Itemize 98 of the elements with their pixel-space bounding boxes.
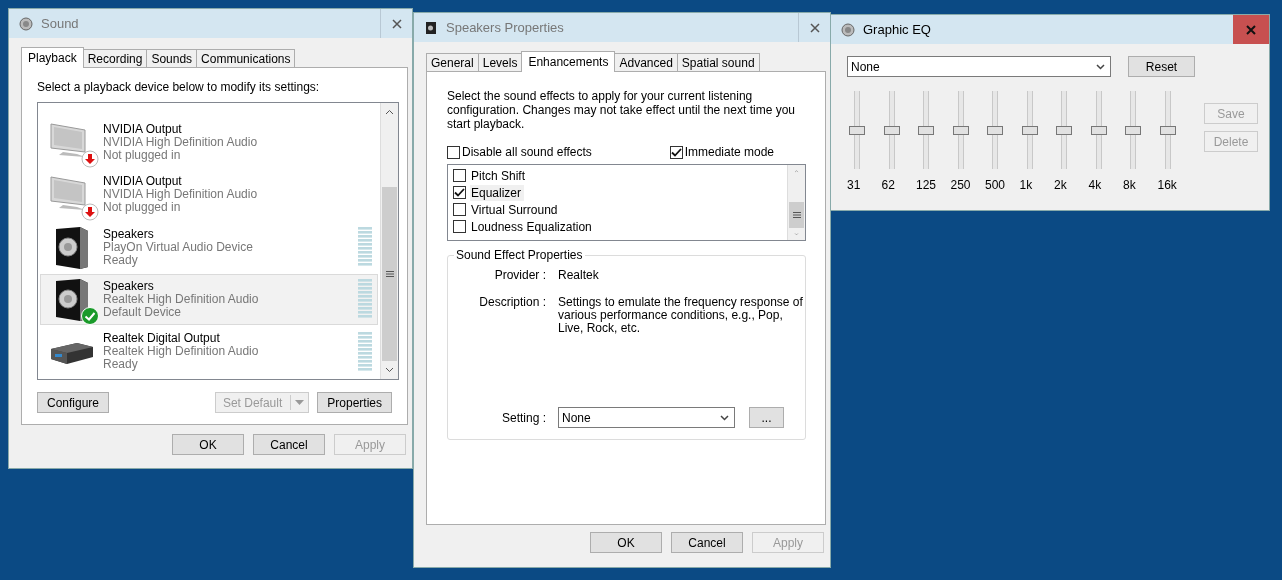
speaker-icon bbox=[841, 22, 855, 37]
effect-item[interactable]: Pitch Shift bbox=[470, 167, 529, 184]
unplugged-badge-icon bbox=[81, 150, 99, 169]
dialog-button[interactable]: Cancel bbox=[253, 434, 325, 455]
window-title: Speakers Properties bbox=[446, 20, 564, 35]
checkbox[interactable] bbox=[453, 169, 466, 182]
device-status: Ready bbox=[103, 358, 139, 372]
scroll-up-icon[interactable] bbox=[385, 109, 394, 115]
close-icon bbox=[1246, 24, 1256, 35]
setting-dropdown[interactable]: None bbox=[558, 407, 735, 428]
chevron-down-icon bbox=[720, 414, 729, 421]
device-row[interactable]: NVIDIA Output NVIDIA High Definition Audio Not plugged in bbox=[40, 169, 378, 220]
scrollbar-thumb[interactable] bbox=[789, 201, 804, 228]
device-driver: Realtek High Definition Audio bbox=[103, 345, 260, 359]
group-title: Sound Effect Properties bbox=[454, 248, 585, 262]
device-driver: PlayOn Virtual Audio Device bbox=[103, 240, 254, 254]
window-title: Graphic EQ bbox=[863, 22, 931, 37]
close-icon bbox=[809, 22, 820, 33]
slider-thumb[interactable] bbox=[1125, 126, 1141, 135]
instruction-text: Select a playback device below to modify its settings: bbox=[37, 80, 321, 94]
effect-item[interactable]: Equalizer bbox=[470, 184, 525, 201]
band-label: 1k bbox=[1019, 178, 1033, 192]
scrollbar[interactable] bbox=[787, 165, 805, 240]
action-button[interactable]: Properties bbox=[317, 392, 392, 413]
slider-thumb[interactable] bbox=[1159, 126, 1176, 135]
checkbox[interactable] bbox=[453, 220, 466, 233]
field-label: Setting : bbox=[500, 410, 546, 425]
effect-item[interactable]: Virtual Surround bbox=[470, 201, 561, 218]
checkmark-icon bbox=[670, 147, 682, 157]
close-button[interactable] bbox=[1233, 15, 1269, 44]
device-row[interactable]: Speakers PlayOn Virtual Audio Device Ready bbox=[40, 221, 378, 273]
slider-thumb[interactable] bbox=[987, 126, 1003, 135]
device-row[interactable]: Speakers Realtek High Definition Audio Default Device bbox=[40, 274, 378, 325]
device-name: NVIDIA Output bbox=[103, 175, 183, 189]
tab[interactable]: Communications bbox=[196, 49, 296, 67]
checkmark-icon bbox=[454, 188, 465, 197]
tab[interactable]: Spatial sound bbox=[676, 53, 760, 71]
unplugged-badge-icon bbox=[81, 202, 99, 221]
window-title: Sound bbox=[41, 16, 79, 31]
speaker-icon bbox=[19, 16, 33, 31]
device-row[interactable]: Realtek Digital Output Realtek High Definition Audio Ready bbox=[40, 326, 378, 378]
band-label: 2k bbox=[1054, 178, 1067, 192]
checkbox[interactable]: Disable all sound effects bbox=[447, 145, 592, 159]
device-name: Realtek Digital Output bbox=[103, 332, 221, 346]
chevron-down-icon bbox=[1096, 63, 1105, 70]
band-label: 8k bbox=[1123, 178, 1136, 192]
slider-thumb[interactable] bbox=[883, 126, 900, 135]
band-label: 62 bbox=[881, 178, 895, 192]
preset-dropdown[interactable]: None bbox=[847, 56, 1111, 77]
scrollbar-thumb[interactable] bbox=[382, 187, 397, 361]
device-name: NVIDIA Output bbox=[103, 122, 183, 136]
device-name: Speakers bbox=[103, 279, 155, 293]
band-label: 4k bbox=[1088, 178, 1102, 192]
band-label: 250 bbox=[950, 178, 971, 192]
more-button[interactable]: ... bbox=[749, 407, 784, 428]
slider-thumb[interactable] bbox=[1090, 126, 1107, 135]
scrollbar[interactable] bbox=[380, 103, 398, 379]
device-status: Not plugged in bbox=[103, 201, 182, 215]
scroll-down-icon[interactable] bbox=[385, 367, 394, 373]
slider-thumb[interactable] bbox=[849, 126, 865, 135]
checkbox[interactable] bbox=[453, 186, 466, 199]
slider-thumb[interactable] bbox=[918, 126, 934, 135]
device-status: Ready bbox=[103, 253, 138, 267]
effect-item[interactable]: Loudness Equalization bbox=[470, 218, 595, 235]
reset-button[interactable]: Reset bbox=[1128, 56, 1195, 77]
band-label: 500 bbox=[985, 178, 1006, 192]
provider-value: Realtek bbox=[558, 269, 600, 282]
device-status: Default Device bbox=[103, 305, 183, 319]
device-status: Not plugged in bbox=[103, 148, 182, 162]
description-text: Settings to emulate the frequency response of various performance conditions, e.g., Pop, Live, Rock, etc. bbox=[558, 296, 804, 335]
device-name: Speakers bbox=[103, 227, 155, 241]
tab[interactable]: Playback bbox=[21, 47, 84, 68]
action-button[interactable]: Configure bbox=[37, 392, 110, 413]
slider-thumb[interactable] bbox=[1021, 126, 1038, 135]
tab[interactable]: Enhancements bbox=[521, 51, 616, 72]
dialog-button[interactable]: OK bbox=[172, 434, 244, 455]
band-label: 125 bbox=[916, 178, 937, 192]
band-label: 16k bbox=[1157, 178, 1177, 192]
close-icon bbox=[391, 18, 402, 29]
dialog-button[interactable]: Cancel bbox=[671, 532, 743, 553]
field-label: Description : bbox=[478, 296, 546, 311]
slider-thumb[interactable] bbox=[952, 126, 969, 135]
device-driver: NVIDIA High Definition Audio bbox=[103, 188, 259, 202]
tab[interactable]: Recording bbox=[82, 49, 148, 67]
device-driver: NVIDIA High Definition Audio bbox=[103, 135, 259, 149]
checkbox[interactable]: Immediate mode bbox=[669, 145, 774, 159]
slider-thumb[interactable] bbox=[1056, 126, 1072, 135]
caret-icon bbox=[295, 399, 305, 406]
instruction-text: Select the sound effects to apply for your current listening configuration. Changes may not take effect until the next time you start playback. bbox=[447, 89, 796, 131]
field-label: Provider : bbox=[493, 269, 546, 282]
speaker-icon bbox=[424, 20, 438, 35]
band-label: 31 bbox=[847, 178, 861, 192]
checkbox[interactable] bbox=[453, 203, 466, 216]
dialog-button[interactable]: OK bbox=[590, 532, 662, 553]
tab[interactable]: General bbox=[426, 53, 479, 71]
device-driver: Realtek High Definition Audio bbox=[103, 292, 260, 306]
device-row[interactable]: NVIDIA Output NVIDIA High Definition Audio Not plugged in bbox=[40, 117, 378, 168]
default-check-icon bbox=[81, 307, 99, 326]
